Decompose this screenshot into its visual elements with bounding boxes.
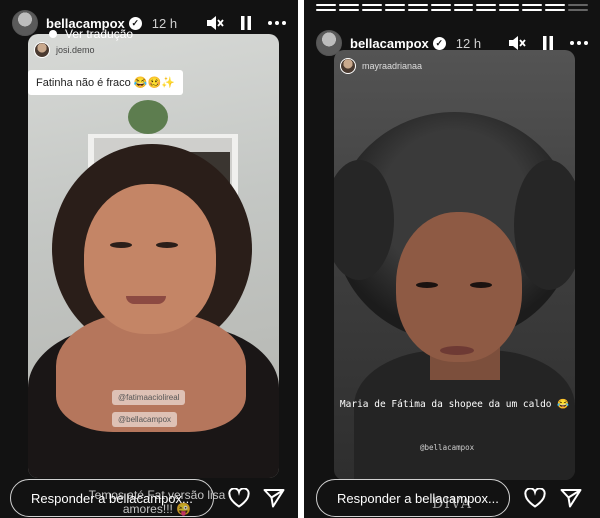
mute-icon[interactable] bbox=[206, 15, 224, 31]
repost-username[interactable]: josi.demo bbox=[56, 45, 95, 55]
more-icon[interactable] bbox=[570, 41, 588, 45]
pause-icon[interactable] bbox=[240, 15, 252, 31]
watermark-logo: DIVA bbox=[432, 496, 473, 512]
story-caption: Maria de Fátima da shopee da um caldo 😂 bbox=[339, 399, 570, 410]
mute-icon[interactable] bbox=[508, 35, 526, 51]
mention-sticker[interactable]: @bellacampox bbox=[112, 412, 178, 427]
send-icon[interactable] bbox=[263, 488, 285, 513]
repost-avatar bbox=[34, 42, 50, 58]
username[interactable]: bellacampox bbox=[350, 36, 429, 51]
heart-icon[interactable] bbox=[524, 487, 546, 513]
story-progress-bar bbox=[316, 4, 589, 6]
bullet-icon bbox=[49, 30, 57, 38]
translate-link[interactable]: Ver tradução bbox=[49, 27, 133, 41]
story-photo-right bbox=[334, 50, 575, 480]
repost-avatar bbox=[340, 58, 356, 74]
reply-input[interactable]: Responder a bellacampox... bbox=[10, 479, 214, 517]
timestamp: 12 h bbox=[151, 15, 178, 31]
repost-attribution[interactable]: josi.demo bbox=[34, 42, 95, 58]
send-icon[interactable] bbox=[560, 488, 582, 513]
pause-icon[interactable] bbox=[542, 35, 554, 51]
repost-username[interactable]: mayraadrianaa bbox=[362, 61, 422, 71]
mention-sticker[interactable]: @bellacampox bbox=[420, 443, 474, 452]
heart-icon[interactable] bbox=[228, 487, 250, 513]
repost-attribution[interactable]: mayraadrianaa bbox=[340, 58, 422, 74]
more-icon[interactable] bbox=[268, 21, 286, 25]
reply-input[interactable]: Responder a bellacampox... bbox=[316, 479, 510, 517]
story-progress-bar-secondary bbox=[316, 9, 589, 11]
translate-label[interactable]: Ver tradução bbox=[65, 27, 133, 41]
timestamp: 12 h bbox=[455, 35, 482, 51]
verified-badge-icon: ✓ bbox=[432, 36, 446, 50]
story-caption: Fatinha não é fraco 😂🥴✨ bbox=[28, 70, 183, 95]
mention-sticker[interactable]: @fatimaaciolireal bbox=[112, 390, 186, 405]
story-left[interactable]: bellacampox ✓ 12 h Ver tradução josi.dem… bbox=[0, 0, 298, 518]
avatar[interactable] bbox=[12, 10, 38, 36]
